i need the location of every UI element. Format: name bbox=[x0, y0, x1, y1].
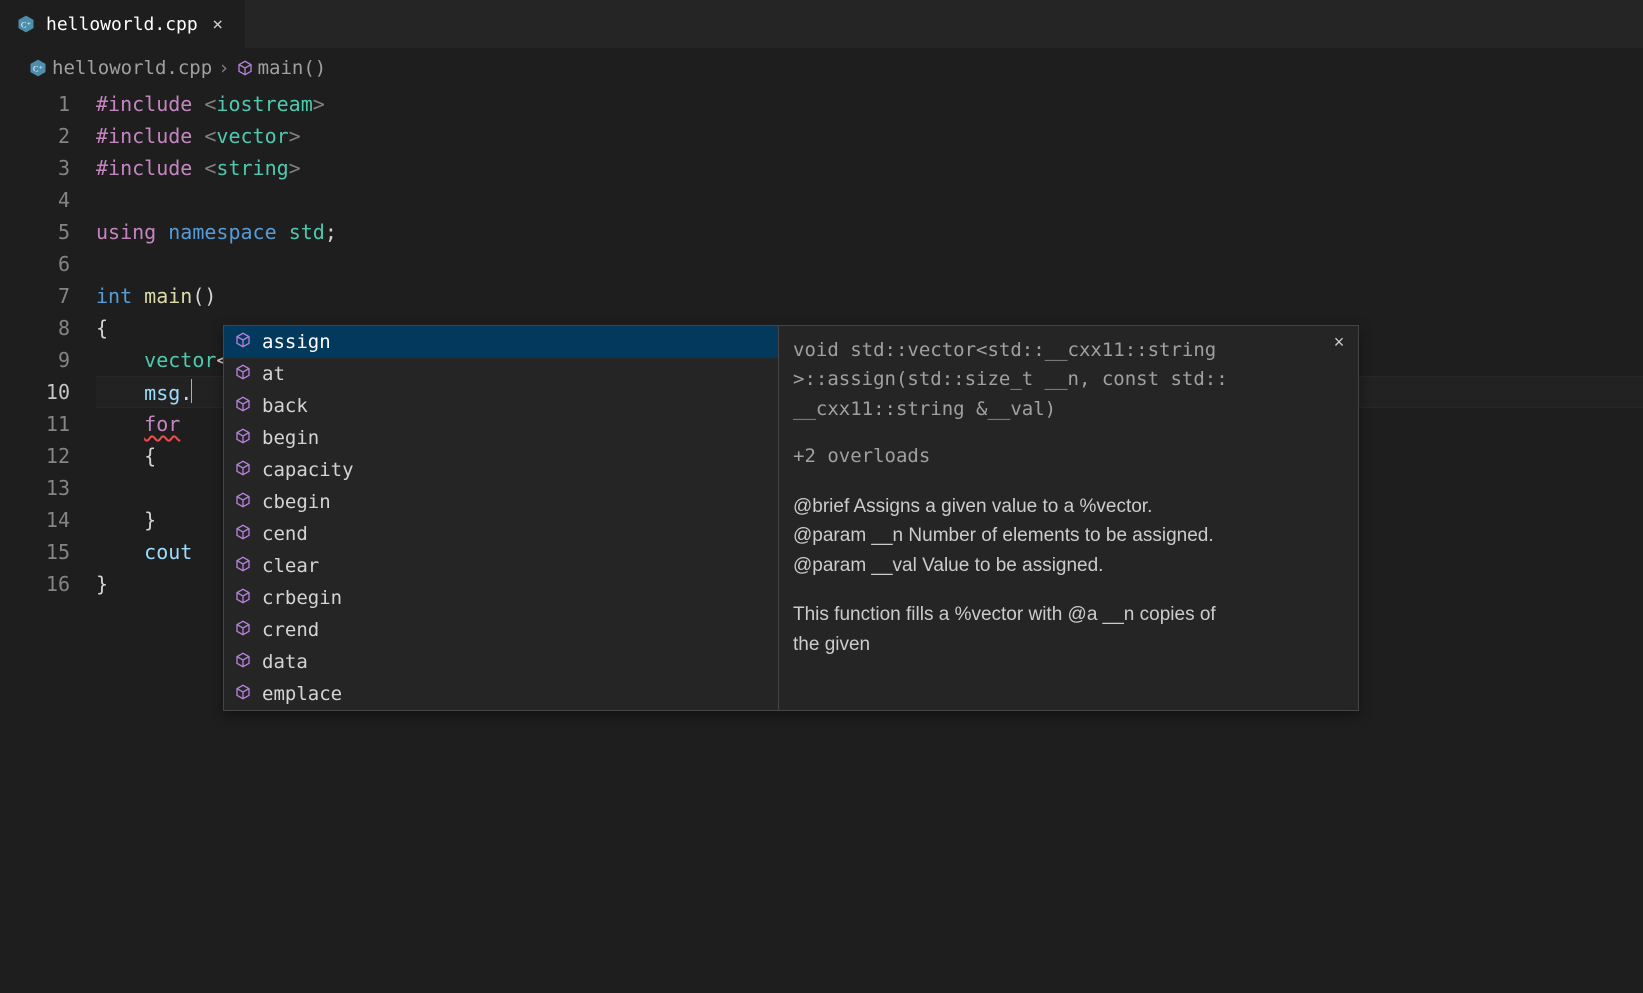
suggestion-label: cend bbox=[262, 523, 308, 545]
suggestion-list[interactable]: assign at back begin capacity cbegin cend clear… bbox=[224, 326, 778, 710]
suggestion-item-cbegin[interactable]: cbegin bbox=[224, 486, 778, 518]
suggestion-label: at bbox=[262, 363, 285, 385]
line-number: 9 bbox=[0, 344, 70, 376]
suggestion-label: crbegin bbox=[262, 587, 342, 609]
suggestion-documentation: × void std::vector<std::__cxx11::string … bbox=[778, 326, 1358, 710]
breadcrumb[interactable]: C⁺ helloworld.cpp › main() bbox=[0, 48, 1643, 88]
suggestion-label: back bbox=[262, 395, 308, 417]
code-line[interactable]: #include <vector> bbox=[96, 120, 1643, 152]
close-icon[interactable]: × bbox=[208, 14, 228, 34]
tab-filename: helloworld.cpp bbox=[46, 14, 198, 35]
line-number: 14 bbox=[0, 504, 70, 536]
symbol-method-icon bbox=[234, 651, 252, 674]
symbol-method-icon bbox=[234, 427, 252, 450]
line-number: 7 bbox=[0, 280, 70, 312]
symbol-method-icon bbox=[234, 331, 252, 354]
symbol-method-icon bbox=[234, 395, 252, 418]
symbol-method-icon bbox=[234, 683, 252, 706]
line-number: 10 bbox=[0, 376, 70, 408]
svg-text:C⁺: C⁺ bbox=[33, 64, 43, 73]
suggestion-item-cend[interactable]: cend bbox=[224, 518, 778, 550]
tab-helloworld[interactable]: C⁺ helloworld.cpp × bbox=[0, 0, 245, 48]
line-number: 3 bbox=[0, 152, 70, 184]
suggestion-item-emplace[interactable]: emplace bbox=[224, 678, 778, 710]
suggestion-item-data[interactable]: data bbox=[224, 646, 778, 678]
suggestion-label: assign bbox=[262, 331, 331, 353]
doc-brief: @brief Assigns a given value to a %vecto… bbox=[793, 492, 1344, 521]
symbol-method-icon bbox=[234, 555, 252, 578]
line-number: 11 bbox=[0, 408, 70, 440]
line-number: 12 bbox=[0, 440, 70, 472]
line-number: 2 bbox=[0, 120, 70, 152]
code-line[interactable] bbox=[96, 248, 1643, 280]
breadcrumb-file[interactable]: helloworld.cpp bbox=[52, 57, 212, 79]
code-line[interactable]: using namespace std; bbox=[96, 216, 1643, 248]
suggestion-item-crend[interactable]: crend bbox=[224, 614, 778, 646]
symbol-method-icon bbox=[234, 363, 252, 386]
intellisense-popup: assign at back begin capacity cbegin cend clear… bbox=[223, 325, 1359, 711]
svg-text:C⁺: C⁺ bbox=[21, 20, 31, 29]
cpp-file-icon: C⁺ bbox=[16, 14, 36, 34]
line-number: 16 bbox=[0, 568, 70, 600]
suggestion-label: emplace bbox=[262, 683, 342, 705]
symbol-method-icon bbox=[234, 587, 252, 610]
text-cursor bbox=[191, 379, 192, 403]
line-number: 8 bbox=[0, 312, 70, 344]
overloads-text: +2 overloads bbox=[793, 442, 1344, 471]
suggestion-label: data bbox=[262, 651, 308, 673]
line-number: 5 bbox=[0, 216, 70, 248]
symbol-method-icon bbox=[234, 619, 252, 642]
line-number: 1 bbox=[0, 88, 70, 120]
line-number-gutter: 12345678910111213141516 bbox=[0, 88, 96, 600]
symbol-method-icon bbox=[234, 491, 252, 514]
doc-desc2: the given bbox=[793, 630, 1344, 659]
suggestion-label: cbegin bbox=[262, 491, 331, 513]
suggestion-item-back[interactable]: back bbox=[224, 390, 778, 422]
signature-text: void std::vector<std::__cxx11::string >:… bbox=[793, 336, 1344, 424]
line-number: 6 bbox=[0, 248, 70, 280]
tab-bar: C⁺ helloworld.cpp × bbox=[0, 0, 1643, 48]
symbol-method-icon bbox=[234, 523, 252, 546]
suggestion-label: crend bbox=[262, 619, 319, 641]
code-line[interactable] bbox=[96, 184, 1643, 216]
suggestion-item-begin[interactable]: begin bbox=[224, 422, 778, 454]
suggestion-label: begin bbox=[262, 427, 319, 449]
suggestion-item-assign[interactable]: assign bbox=[224, 326, 778, 358]
suggestion-item-capacity[interactable]: capacity bbox=[224, 454, 778, 486]
code-line[interactable]: #include <string> bbox=[96, 152, 1643, 184]
close-icon[interactable]: × bbox=[1328, 332, 1350, 354]
suggestion-item-at[interactable]: at bbox=[224, 358, 778, 390]
line-number: 13 bbox=[0, 472, 70, 504]
doc-param-n: @param __n Number of elements to be assi… bbox=[793, 521, 1344, 550]
cpp-file-icon: C⁺ bbox=[28, 58, 48, 78]
symbol-method-icon bbox=[236, 59, 254, 77]
suggestion-label: capacity bbox=[262, 459, 354, 481]
symbol-method-icon bbox=[234, 459, 252, 482]
code-line[interactable]: #include <iostream> bbox=[96, 88, 1643, 120]
code-line[interactable]: int main() bbox=[96, 280, 1643, 312]
line-number: 15 bbox=[0, 536, 70, 568]
suggestion-item-clear[interactable]: clear bbox=[224, 550, 778, 582]
chevron-right-icon: › bbox=[218, 57, 229, 79]
doc-desc1: This function fills a %vector with @a __… bbox=[793, 600, 1344, 629]
breadcrumb-symbol[interactable]: main() bbox=[258, 57, 327, 79]
doc-param-val: @param __val Value to be assigned. bbox=[793, 551, 1344, 580]
suggestion-label: clear bbox=[262, 555, 319, 577]
line-number: 4 bbox=[0, 184, 70, 216]
suggestion-item-crbegin[interactable]: crbegin bbox=[224, 582, 778, 614]
